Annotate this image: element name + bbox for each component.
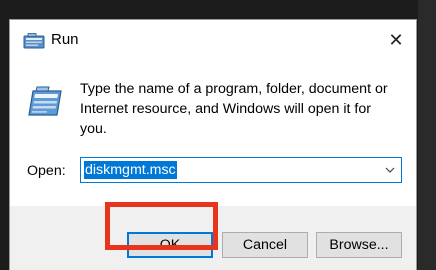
cancel-button[interactable]: Cancel — [222, 232, 308, 258]
dialog-content: Type the name of a program, folder, docu… — [10, 60, 416, 206]
run-dialog: Run ✕ Type the name of a program, folder… — [9, 19, 417, 270]
title-bar: Run ✕ — [10, 20, 416, 60]
chevron-down-icon[interactable] — [379, 158, 401, 182]
dialog-description: Type the name of a program, folder, docu… — [80, 81, 388, 137]
open-label: Open: — [27, 163, 66, 179]
browse-button[interactable]: Browse... — [316, 232, 402, 258]
open-input-value[interactable]: diskmgmt.msc — [84, 161, 177, 179]
ok-button[interactable]: OK — [127, 232, 213, 258]
close-icon: ✕ — [388, 29, 404, 50]
run-app-icon — [23, 33, 45, 49]
button-bar: OK Cancel Browse... — [10, 206, 416, 270]
run-dialog-icon — [27, 85, 63, 117]
window-title: Run — [51, 31, 79, 48]
background-panel — [418, 0, 436, 270]
close-button[interactable]: ✕ — [376, 20, 416, 60]
open-combobox[interactable]: diskmgmt.msc — [80, 157, 402, 183]
